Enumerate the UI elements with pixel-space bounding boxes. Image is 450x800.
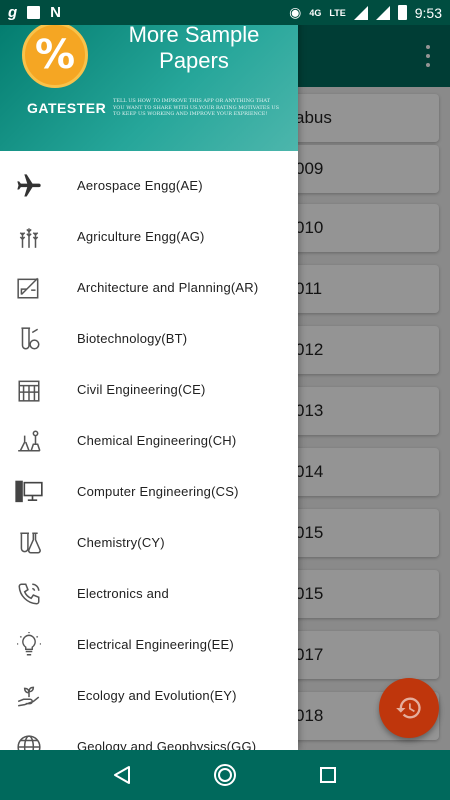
drafting-icon	[15, 274, 43, 302]
menu-item-electronics[interactable]: Electronics and	[0, 568, 298, 619]
recents-icon	[320, 767, 337, 783]
signal-icon-2	[375, 5, 390, 20]
feedback-message: TELL US HOW TO IMPROVE THIS APP OR ANYTH…	[113, 98, 279, 117]
globe-icon	[15, 733, 43, 750]
menu-item-chemistry[interactable]: Chemistry(CY)	[0, 517, 298, 568]
lightbulb-icon	[15, 631, 43, 659]
status-bar: g N ◉ 4G LTE 9:53	[0, 0, 450, 25]
clock: 9:53	[414, 4, 442, 21]
menu-item-label: Ecology and Evolution(EY)	[77, 688, 237, 703]
menu-item-ecology[interactable]: Ecology and Evolution(EY)	[0, 670, 298, 721]
lab-equipment-icon	[15, 427, 43, 455]
test-tube-icon	[15, 325, 43, 353]
menu-item-aerospace[interactable]: Aerospace Engg(AE)	[0, 160, 298, 211]
menu-item-label: Architecture and Planning(AR)	[77, 280, 259, 295]
system-nav-bar	[0, 750, 450, 800]
menu-item-label: Geology and Geophysics(GG)	[77, 739, 257, 750]
plant-hand-icon	[15, 682, 43, 710]
menu-item-label: Agriculture Engg(AG)	[77, 229, 205, 244]
menu-item-agriculture[interactable]: Agriculture Engg(AG)	[0, 211, 298, 262]
building-icon	[15, 376, 43, 404]
image-icon	[27, 6, 41, 19]
menu-item-computer[interactable]: Computer Engineering(CS)	[0, 466, 298, 517]
menu-item-geology[interactable]: Geology and Geophysics(GG)	[0, 721, 298, 750]
wheat-icon	[15, 223, 43, 251]
recents-button[interactable]	[313, 760, 343, 790]
drawer-title[interactable]: More Sample Papers	[104, 22, 284, 74]
menu-item-biotechnology[interactable]: Biotechnology(BT)	[0, 313, 298, 364]
menu-item-label: Electronics and	[77, 586, 169, 601]
percent-logo-icon: %	[22, 22, 88, 88]
network-type: 4G	[309, 7, 322, 18]
brand-name: GATESTER	[27, 100, 107, 116]
lte-indicator: LTE	[329, 7, 346, 18]
menu-item-electrical[interactable]: Electrical Engineering(EE)	[0, 619, 298, 670]
n-app-icon: N	[50, 4, 62, 21]
menu-item-label: Chemistry(CY)	[77, 535, 165, 550]
back-icon	[113, 766, 130, 784]
menu-item-label: Civil Engineering(CE)	[77, 382, 206, 397]
menu-item-chemical[interactable]: Chemical Engineering(CH)	[0, 415, 298, 466]
navigation-drawer: % More Sample Papers GATESTER TELL US HO…	[0, 0, 298, 750]
home-button[interactable]	[210, 760, 240, 790]
menu-item-label: Biotechnology(BT)	[77, 331, 188, 346]
phone-icon	[15, 580, 43, 608]
history-icon	[396, 697, 421, 719]
headphones-icon: ◉	[289, 4, 302, 20]
battery-icon	[397, 5, 407, 20]
menu-item-civil[interactable]: Civil Engineering(CE)	[0, 364, 298, 415]
menu-item-architecture[interactable]: Architecture and Planning(AR)	[0, 262, 298, 313]
menu-item-label: Computer Engineering(CS)	[77, 484, 239, 499]
menu-item-label: Chemical Engineering(CH)	[77, 433, 237, 448]
back-button[interactable]	[107, 760, 137, 790]
g-app-icon: g	[8, 4, 18, 21]
flask-icon	[15, 529, 43, 557]
signal-icon	[353, 5, 368, 20]
menu-item-label: Aerospace Engg(AE)	[77, 178, 203, 193]
home-icon	[213, 764, 236, 786]
airplane-icon	[15, 172, 43, 200]
computer-icon	[15, 478, 43, 506]
drawer-menu: Aerospace Engg(AE) Agriculture Engg(AG) …	[0, 160, 298, 750]
history-fab[interactable]	[379, 678, 439, 738]
menu-item-label: Electrical Engineering(EE)	[77, 637, 234, 652]
